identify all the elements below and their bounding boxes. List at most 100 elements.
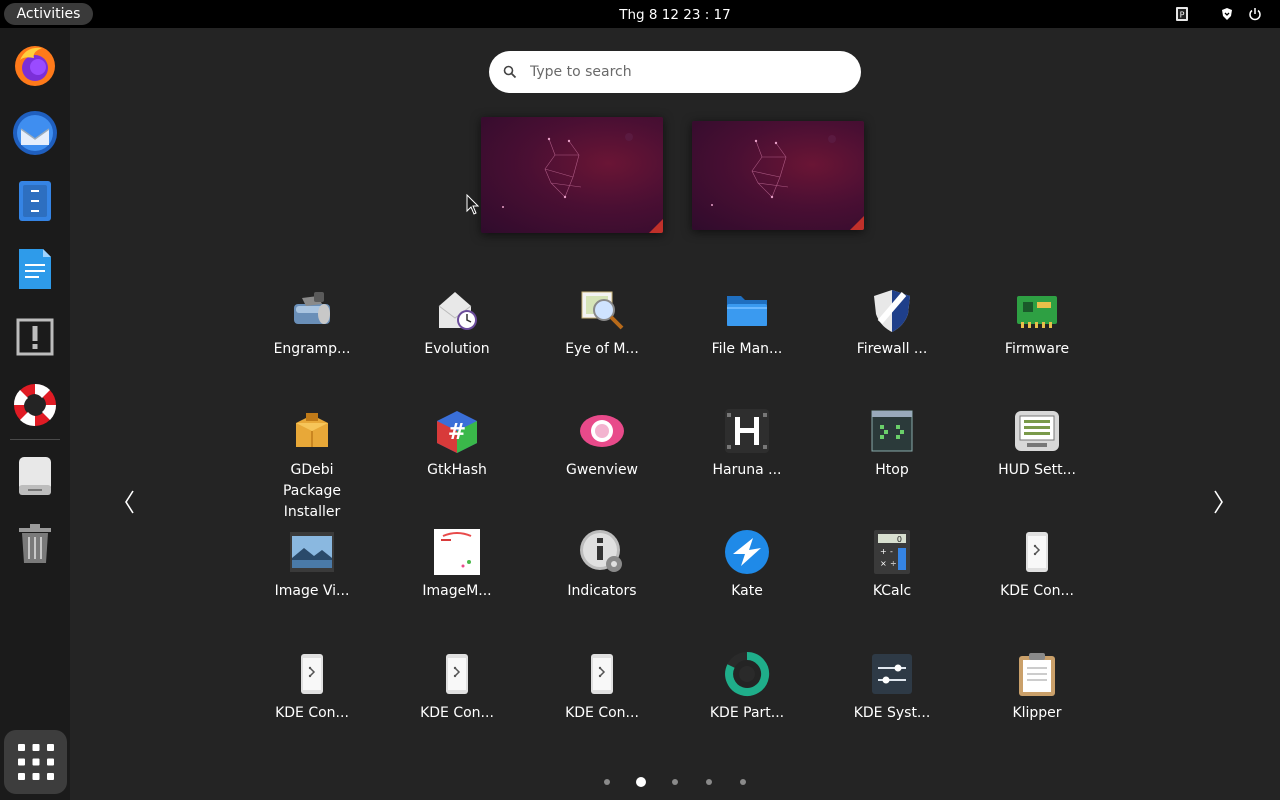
app-label: Firewall ... bbox=[856, 341, 928, 357]
grid-icon bbox=[17, 744, 54, 780]
app-tile[interactable]: Firewall ... bbox=[827, 278, 957, 398]
archive-icon bbox=[288, 286, 336, 334]
workspace-corner bbox=[649, 219, 663, 233]
app-label: File Man... bbox=[711, 341, 783, 357]
app-label: KDE Con... bbox=[275, 705, 349, 721]
clipboard-icon bbox=[1013, 650, 1061, 698]
svg-text:÷: ÷ bbox=[890, 559, 897, 568]
app-label: Firmware bbox=[1004, 341, 1070, 357]
phone-icon bbox=[1013, 528, 1061, 576]
app-tile[interactable]: Eye of M... bbox=[537, 278, 667, 398]
app-tile[interactable]: Firmware bbox=[972, 278, 1102, 398]
activities-button[interactable]: Activities bbox=[4, 3, 93, 25]
dock bbox=[0, 28, 70, 800]
app-tile[interactable]: KDE Con... bbox=[972, 520, 1102, 640]
page-dot[interactable] bbox=[636, 777, 646, 787]
app-label: HUD Sett... bbox=[998, 462, 1076, 478]
page-dot[interactable] bbox=[740, 779, 746, 785]
app-label: ImageM... bbox=[422, 583, 492, 599]
folder-icon bbox=[723, 286, 771, 334]
top-bar: Activities Thg 8 12 23 : 17 P bbox=[0, 0, 1280, 28]
workspace-thumbnail-1[interactable] bbox=[481, 117, 663, 233]
dock-item-trash[interactable] bbox=[7, 516, 63, 572]
dock-item-help[interactable] bbox=[7, 377, 63, 433]
app-tile[interactable]: KDE Syst... bbox=[827, 642, 957, 762]
search-icon bbox=[503, 65, 517, 79]
svg-text:P: P bbox=[1180, 11, 1185, 20]
wallpaper-constellation bbox=[711, 135, 836, 206]
app-tile[interactable]: KDE Part... bbox=[682, 642, 812, 762]
app-label: KDE Syst... bbox=[853, 705, 931, 721]
partition-icon bbox=[723, 650, 771, 698]
dock-item-firefox[interactable] bbox=[7, 37, 63, 93]
drive-icon bbox=[19, 457, 51, 495]
imagemagick-icon bbox=[433, 528, 481, 576]
app-label: GDebi Package Installer bbox=[282, 462, 342, 520]
app-label: KDE Con... bbox=[565, 705, 639, 721]
image-magnifier-icon bbox=[578, 286, 626, 334]
app-tile[interactable]: Haruna ... bbox=[682, 399, 812, 519]
app-tile[interactable]: Gwenview bbox=[537, 399, 667, 519]
page-dot[interactable] bbox=[604, 779, 610, 785]
show-apps-button[interactable] bbox=[4, 730, 67, 794]
app-label: Image Vi... bbox=[274, 583, 350, 599]
warning-icon bbox=[16, 318, 54, 356]
app-label: Gwenview bbox=[565, 462, 639, 478]
search-input[interactable] bbox=[530, 60, 840, 84]
clipboard-indicator-icon[interactable]: P bbox=[1174, 6, 1190, 22]
app-tile[interactable]: KDE Con... bbox=[537, 642, 667, 762]
wallpaper-constellation bbox=[502, 133, 633, 208]
app-tile[interactable]: Evolution bbox=[392, 278, 522, 398]
next-page-arrow[interactable] bbox=[1211, 488, 1227, 516]
svg-text:-: - bbox=[890, 547, 893, 556]
mouse-cursor bbox=[466, 194, 480, 215]
clock[interactable]: Thg 8 12 23 : 17 bbox=[560, 0, 790, 28]
app-tile[interactable]: HUD Sett... bbox=[972, 399, 1102, 519]
svg-text:+: + bbox=[880, 547, 887, 556]
dock-item-warning[interactable] bbox=[7, 309, 63, 365]
info-gear-icon bbox=[578, 528, 626, 576]
app-label: Kate bbox=[731, 583, 763, 599]
terminal-icon bbox=[868, 407, 916, 455]
search-box[interactable] bbox=[489, 51, 861, 93]
svg-text:×: × bbox=[880, 559, 887, 568]
previous-page-arrow[interactable] bbox=[121, 488, 137, 516]
app-label: KDE Con... bbox=[1000, 583, 1074, 599]
app-tile[interactable]: Klipper bbox=[972, 642, 1102, 762]
app-tile[interactable]: Engramp... bbox=[247, 278, 377, 398]
monitor-icon bbox=[1013, 407, 1061, 455]
kate-icon bbox=[723, 528, 771, 576]
app-tile[interactable]: ImageM... bbox=[392, 520, 522, 640]
app-label: KDE Con... bbox=[420, 705, 494, 721]
app-tile[interactable]: GDebi Package Installer bbox=[247, 399, 377, 520]
app-tile[interactable]: Indicators bbox=[537, 520, 667, 640]
sliders-icon bbox=[868, 650, 916, 698]
app-tile[interactable]: Image Vi... bbox=[247, 520, 377, 640]
dock-item-writer[interactable] bbox=[7, 241, 63, 297]
writer-icon bbox=[19, 249, 51, 289]
app-label: Htop bbox=[875, 462, 909, 478]
app-tile[interactable]: KDE Con... bbox=[247, 642, 377, 762]
app-tile[interactable]: # GtkHash bbox=[392, 399, 522, 519]
page-dot[interactable] bbox=[672, 779, 678, 785]
workspace-thumbnail-2[interactable] bbox=[692, 121, 864, 230]
hash-cube-icon: # bbox=[433, 407, 481, 455]
package-icon bbox=[288, 407, 336, 455]
app-tile[interactable]: Htop bbox=[827, 399, 957, 519]
phone-icon bbox=[288, 650, 336, 698]
trash-icon bbox=[19, 524, 51, 563]
app-tile[interactable]: 0 + - × ÷ KCalc bbox=[827, 520, 957, 640]
dock-item-drive[interactable] bbox=[7, 448, 63, 504]
app-tile[interactable]: KDE Con... bbox=[392, 642, 522, 762]
svg-text:#: # bbox=[448, 420, 466, 445]
dock-item-files[interactable] bbox=[7, 173, 63, 229]
app-label: Evolution bbox=[424, 341, 490, 357]
shield-tray-icon[interactable] bbox=[1219, 6, 1235, 22]
dock-item-thunderbird[interactable] bbox=[7, 105, 63, 161]
page-dot[interactable] bbox=[706, 779, 712, 785]
app-tile[interactable]: File Man... bbox=[682, 278, 812, 398]
thunderbird-icon bbox=[13, 111, 57, 155]
gwenview-icon bbox=[578, 407, 626, 455]
power-icon[interactable] bbox=[1247, 6, 1263, 22]
app-tile[interactable]: Kate bbox=[682, 520, 812, 640]
